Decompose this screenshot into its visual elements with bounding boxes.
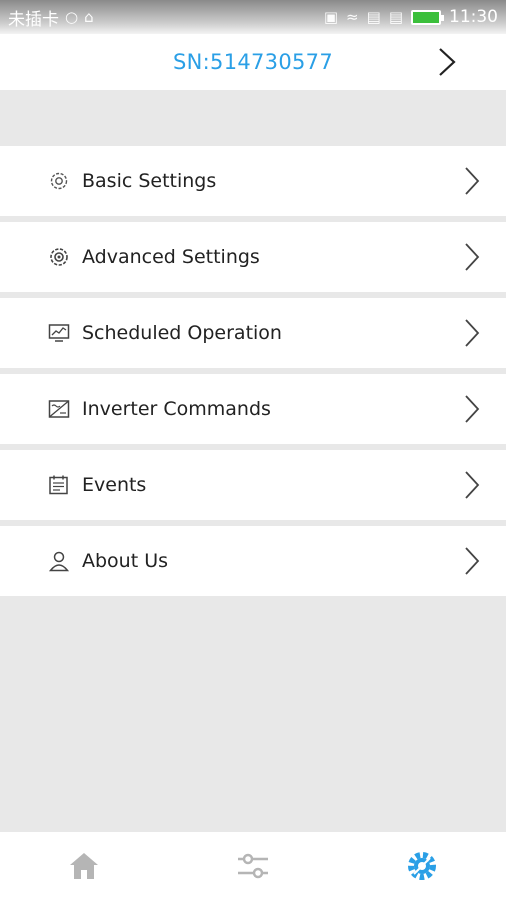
settings-gear-icon xyxy=(407,852,436,880)
battery-icon xyxy=(411,9,444,25)
tab-settings[interactable] xyxy=(392,836,452,896)
menu-item-events[interactable]: Events xyxy=(0,450,506,520)
menu-item-label: Inverter Commands xyxy=(82,398,271,420)
calendar-icon xyxy=(48,474,70,496)
menu-item-label: Scheduled Operation xyxy=(82,322,282,344)
home-icon xyxy=(70,853,99,879)
person-icon xyxy=(48,550,70,572)
carrier-label: 未插卡 xyxy=(8,9,59,30)
menu-item-label: Events xyxy=(82,474,147,496)
sim-icon: ▤ xyxy=(366,8,381,26)
menu-item-label: Advanced Settings xyxy=(82,246,260,268)
chevron-right-icon[interactable] xyxy=(436,46,458,78)
nfc-icon: ▣ xyxy=(323,8,339,26)
status-bar: 未插卡 ○ ⌂ ▣ ≈ ▤ ▤ 11:30 xyxy=(0,0,506,34)
menu-item-label: Basic Settings xyxy=(82,170,217,192)
menu-item-inverter-commands[interactable]: Inverter Commands xyxy=(0,374,506,444)
menu-item-advanced-settings[interactable]: Advanced Settings xyxy=(0,222,506,292)
chevron-right-icon xyxy=(465,547,480,575)
chevron-right-icon xyxy=(465,471,480,499)
tab-home[interactable] xyxy=(54,836,114,896)
inverter-icon xyxy=(48,398,70,420)
menu-item-label: About Us xyxy=(82,550,169,572)
menu-item-about-us[interactable]: About Us xyxy=(0,526,506,596)
sliders-icon xyxy=(237,853,268,879)
clock: 11:30 xyxy=(449,7,498,27)
gear-advanced-icon xyxy=(48,246,70,268)
tab-controls[interactable] xyxy=(223,836,283,896)
chevron-right-icon xyxy=(465,395,480,423)
bottom-tab-bar xyxy=(0,832,506,900)
device-header[interactable]: SN:514730577 xyxy=(0,34,506,90)
wifi-icon: ≈ xyxy=(346,8,359,26)
android-icon: ⌂ xyxy=(84,8,94,26)
sync-icon: ○ xyxy=(65,8,79,26)
sim2-icon: ▤ xyxy=(388,8,403,26)
chevron-right-icon xyxy=(465,167,480,195)
menu-item-basic-settings[interactable]: Basic Settings xyxy=(0,146,506,216)
gear-outline-icon xyxy=(48,170,70,192)
menu-item-scheduled-operation[interactable]: Scheduled Operation xyxy=(0,298,506,368)
chevron-right-icon xyxy=(465,319,480,347)
serial-number: SN:514730577 xyxy=(173,50,333,74)
chevron-right-icon xyxy=(465,243,480,271)
settings-menu: Basic Settings Advanced Settings Schedul… xyxy=(0,146,506,602)
monitor-chart-icon xyxy=(48,322,70,344)
